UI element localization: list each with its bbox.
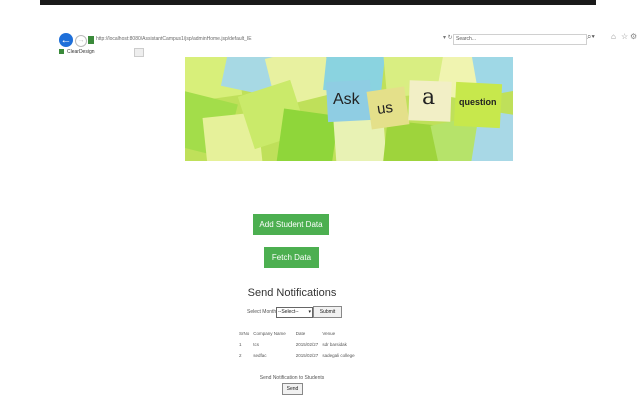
notifications-table: SrNo Company Name Date Venue 1 tcs 2015/… [237, 328, 357, 361]
top-black-bar [40, 0, 596, 5]
gear-icon[interactable]: ⚙ [630, 32, 637, 41]
cell-date: 2015/02/27 [295, 342, 319, 347]
header-srno: SrNo [239, 331, 250, 336]
home-icon[interactable]: ⌂ [611, 32, 616, 41]
back-arrow-icon[interactable]: ← [59, 33, 73, 47]
cell-venue: sdr barsidak [322, 342, 347, 347]
tab-favicon-icon [59, 49, 64, 55]
forward-arrow-icon[interactable]: → [75, 35, 87, 47]
search-icon[interactable]: ⌕▾ [587, 32, 595, 42]
month-select-value: --Select-- [278, 309, 299, 315]
site-favicon-icon [88, 36, 94, 44]
cell-srno: 2 [239, 353, 242, 358]
cell-venue: sadegali college [322, 353, 355, 358]
cell-srno: 1 [239, 342, 242, 347]
banner-word-question: question [459, 97, 497, 107]
address-bar[interactable]: http://localhost:8080/AssistantCampus1/j… [96, 34, 466, 44]
new-tab-button[interactable] [134, 48, 144, 57]
refresh-icon[interactable]: ▾ ↻ [443, 34, 453, 41]
header-date: Date [295, 331, 306, 336]
favorites-star-icon[interactable]: ☆ [621, 32, 628, 41]
table-row: 1 tcs 2015/02/27 sdr barsidak [237, 339, 357, 350]
cell-company: tcs [253, 342, 260, 347]
add-student-data-button[interactable]: Add Student Data [253, 214, 329, 235]
browser-chrome: ← → http://localhost:8080/AssistantCampu… [55, 30, 637, 60]
tab-title: ClearDesign [67, 49, 95, 55]
ask-us-banner: Ask us a question [185, 57, 513, 161]
send-button[interactable]: Send [282, 383, 303, 395]
banner-word-a: a [422, 85, 436, 110]
chevron-down-icon: ▾ [308, 309, 311, 315]
select-month-label: Select Month [247, 309, 277, 315]
header-venue: Venue [322, 331, 336, 336]
banner-word-us: us [375, 98, 394, 119]
month-select[interactable]: --Select-- ▾ [276, 307, 313, 318]
cell-date: 2015/02/27 [295, 353, 319, 358]
header-company-name: Company Name [253, 331, 286, 336]
send-notifications-heading: Send Notifications [247, 287, 337, 299]
table-header-row: SrNo Company Name Date Venue [237, 328, 357, 339]
fetch-data-button[interactable]: Fetch Data [264, 247, 319, 268]
cell-company: sedfac [253, 353, 267, 358]
submit-button[interactable]: Submit [313, 306, 342, 318]
browser-search-input[interactable]: Search... [453, 34, 587, 45]
banner-word-ask: Ask [333, 91, 360, 108]
browser-tab[interactable]: ClearDesign × [59, 48, 139, 57]
table-row: 2 sedfac 2015/02/27 sadegali college [237, 350, 357, 361]
send-notification-label: Send Notification to Students [259, 375, 325, 381]
